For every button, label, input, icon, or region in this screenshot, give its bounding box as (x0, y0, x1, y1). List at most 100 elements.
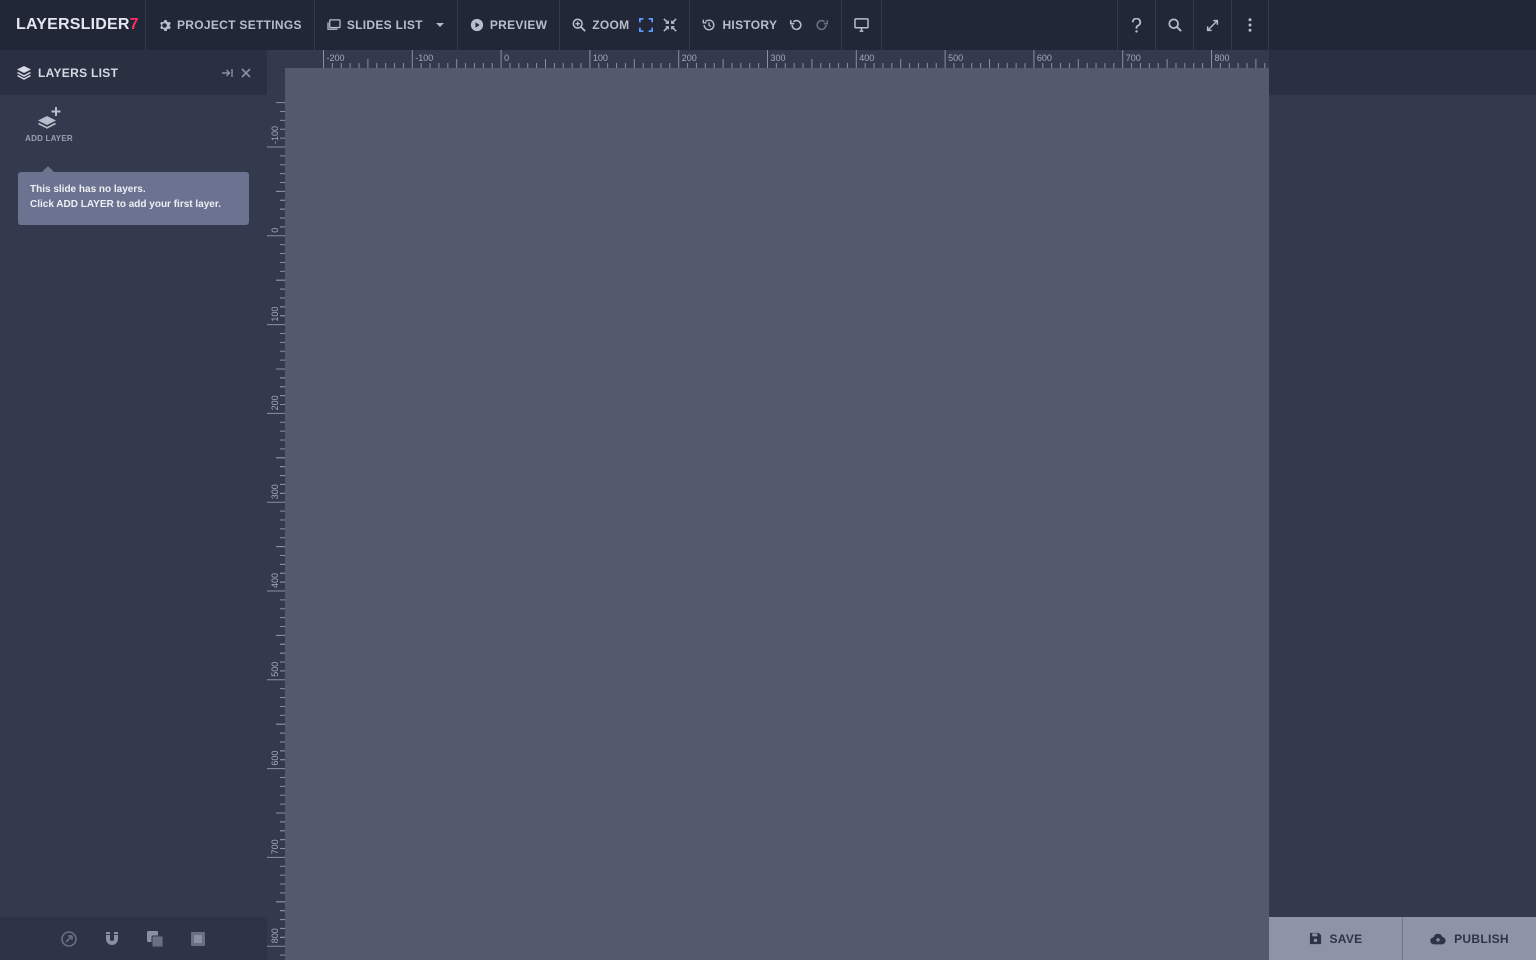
zoom-reset-button[interactable] (663, 18, 678, 32)
right-panel-header (1269, 50, 1536, 95)
pointer-circle-icon (61, 930, 77, 947)
ruler-label: 500 (948, 53, 963, 63)
ruler-label: 400 (270, 573, 280, 588)
compress-icon (663, 18, 678, 32)
project-settings-label: PROJECT SETTINGS (177, 18, 302, 32)
save-button[interactable]: SAVE (1269, 917, 1402, 960)
ruler-label: 0 (504, 53, 509, 63)
outline-button[interactable] (188, 928, 209, 949)
project-settings-group: PROJECT SETTINGS (146, 0, 315, 50)
fullscreen-button[interactable] (1193, 0, 1231, 50)
vertical-ruler-scale: -100 0 100 200 300 400 500 600 700 800 (267, 102, 285, 956)
gear-icon (160, 19, 171, 31)
ruler-label: 400 (859, 53, 874, 63)
layers-panel-title: LAYERS LIST (38, 65, 119, 80)
device-group (842, 0, 883, 50)
empty-layers-line2: Click ADD LAYER to add your first layer. (30, 199, 221, 210)
close-icon (241, 67, 251, 78)
floppy-disk-icon (1309, 932, 1321, 945)
desktop-icon (854, 18, 870, 32)
ruler-label: 200 (682, 53, 697, 63)
cloud-upload-icon (1430, 933, 1446, 944)
question-icon (1131, 17, 1142, 33)
help-button[interactable] (1117, 0, 1155, 50)
snap-button[interactable] (102, 928, 123, 949)
save-label: SAVE (1329, 931, 1363, 946)
zoom-in-icon (572, 18, 587, 32)
close-panel-button[interactable] (241, 67, 251, 78)
ruler-label: -200 (327, 53, 345, 63)
add-layer-icon (38, 107, 61, 129)
ruler-label: 600 (270, 751, 280, 766)
zoom-fit-button[interactable] (639, 18, 654, 32)
save-publish-bar: SAVE PUBLISH (1269, 917, 1536, 960)
slides-list-group: SLIDES LIST (315, 0, 458, 50)
ruler-label: 600 (1037, 53, 1052, 63)
ruler-label: 100 (593, 53, 608, 63)
layers-panel-header: LAYERS LIST (0, 50, 267, 95)
magnet-icon (106, 931, 118, 945)
zoom-button[interactable]: ZOOM (572, 18, 629, 32)
slide-canvas[interactable] (285, 68, 1269, 960)
toolbar-right (1117, 0, 1269, 50)
ruler-label: 100 (270, 307, 280, 322)
ruler-label: 300 (270, 484, 280, 499)
ruler-label: 800 (1215, 53, 1230, 63)
logo-version: 7 (129, 16, 139, 33)
zoom-label: ZOOM (592, 18, 630, 32)
search-icon (1167, 18, 1182, 32)
undo-button[interactable] (789, 18, 803, 32)
app-logo: LAYERSLIDER 7 (0, 0, 146, 50)
fit-frame-icon (639, 18, 654, 32)
kebab-menu-icon (1248, 18, 1252, 32)
history-button[interactable]: HISTORY (702, 18, 777, 32)
empty-layers-tooltip: This slide has no layers. Click ADD LAYE… (18, 166, 249, 225)
ruler-label: 0 (270, 228, 280, 233)
dock-panel-button[interactable] (221, 68, 233, 78)
publish-label: PUBLISH (1454, 931, 1509, 946)
ruler-label: 700 (270, 839, 280, 854)
history-label: HISTORY (722, 18, 778, 32)
vertical-ruler[interactable]: -100 0 100 200 300 400 500 600 700 800 (267, 68, 285, 960)
ruler-label: 700 (1126, 53, 1141, 63)
zoom-group: ZOOM (560, 0, 691, 50)
more-options-button[interactable] (1231, 0, 1269, 50)
publish-button[interactable]: PUBLISH (1402, 917, 1536, 960)
transform-tool-button[interactable] (59, 928, 80, 949)
slides-icon (327, 19, 341, 30)
add-layer-button[interactable]: ADD LAYER (18, 106, 80, 143)
square-icon (191, 931, 205, 946)
search-button[interactable] (1155, 0, 1193, 50)
logo-text: LAYERSLIDER (16, 16, 130, 33)
caret-down-icon (435, 23, 444, 27)
play-circle-icon (470, 18, 483, 32)
ruler-label: 300 (771, 53, 786, 63)
slides-list-label: SLIDES LIST (346, 18, 423, 32)
layers-panel: LAYERS LIST ADD LAYER This slide has no … (0, 50, 267, 960)
redo-icon (816, 19, 829, 31)
preview-label: PREVIEW (489, 18, 548, 32)
project-settings-button[interactable]: PROJECT SETTINGS (158, 18, 302, 32)
undo-icon (790, 19, 802, 31)
arrow-to-right-icon (222, 68, 233, 77)
expand-icon (1206, 19, 1219, 31)
horizontal-ruler-scale: -200 -100 0 100 200 300 400 500 600 700 800 (323, 50, 1266, 68)
history-icon (703, 19, 715, 31)
ruler-label: 200 (270, 395, 280, 410)
layers-panel-actions (221, 67, 251, 78)
ruler-label: -100 (270, 126, 280, 144)
history-group: HISTORY (690, 0, 843, 50)
ruler-label: 500 (270, 662, 280, 677)
empty-layers-line1: This slide has no layers. (30, 184, 146, 195)
redo-button[interactable] (815, 18, 829, 32)
layers-panel-footer (0, 917, 267, 960)
desktop-view-button[interactable] (854, 18, 870, 32)
preview-button[interactable]: PREVIEW (470, 18, 547, 32)
preview-group: PREVIEW (458, 0, 561, 50)
top-toolbar: LAYERSLIDER 7 PROJECT SETTINGS SLIDES LIS… (0, 0, 1536, 50)
ruler-label: 800 (270, 928, 280, 943)
slides-list-button[interactable]: SLIDES LIST (327, 18, 445, 32)
clone-icon (147, 930, 164, 947)
horizontal-ruler[interactable]: -200 -100 0 100 200 300 400 500 600 700 800 (267, 50, 1269, 68)
overlap-button[interactable] (145, 928, 166, 949)
